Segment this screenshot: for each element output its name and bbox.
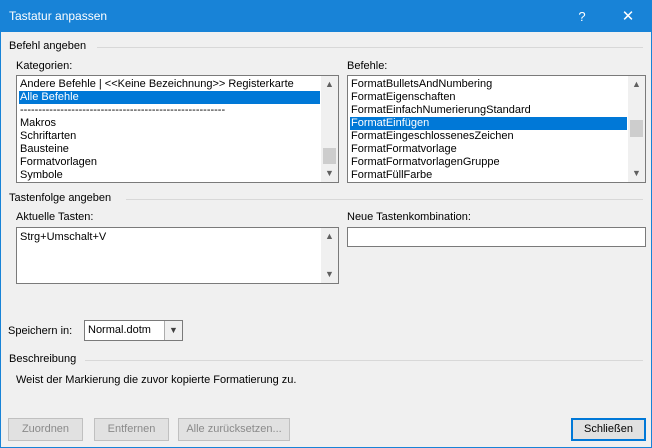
kategorie-item[interactable]: Schriftarten [20,130,76,143]
schliessen-button[interactable]: Schließen [571,418,646,441]
scroll-up-icon[interactable]: ▲ [321,228,338,245]
befehle-scroll-thumb[interactable] [630,120,643,137]
tastenfolge-group-divider [126,199,643,200]
close-button[interactable]: ✕ [605,1,651,32]
kategorie-item[interactable]: Alle Befehle [19,91,320,104]
title-bar[interactable]: Tastatur anpassen ? ✕ [1,1,651,32]
scroll-down-icon[interactable]: ▼ [628,165,645,182]
scroll-down-icon[interactable]: ▼ [321,165,338,182]
beschreibung-group-divider [85,360,643,361]
befehl-item[interactable]: FormatEinfügen [350,117,627,130]
aktuelle-taste-item[interactable]: Strg+Umschalt+V [20,231,106,244]
kategorie-item[interactable]: Symbole [20,169,63,182]
beschreibung-text: Weist der Markierung die zuvor kopierte … [16,374,297,386]
befehl-item[interactable]: FormatFormatvorlage [351,143,457,156]
beschreibung-group-label: Beschreibung [9,353,77,365]
tastenfolge-group-label: Tastenfolge angeben [9,192,112,204]
help-button[interactable]: ? [559,1,605,32]
scroll-up-icon[interactable]: ▲ [628,76,645,93]
befehl-group-label: Befehl angeben [9,40,87,52]
zuordnen-button[interactable]: Zuordnen [8,418,83,441]
entfernen-button[interactable]: Entfernen [94,418,169,441]
speichern-in-select[interactable]: Normal.dotm ▼ [84,320,183,341]
aktuelle-tasten-listbox[interactable]: Strg+Umschalt+V ▲ ▼ [16,227,339,284]
befehl-item[interactable]: FormatFüllFarbe [351,169,432,182]
kategorien-listbox[interactable]: Andere Befehle | <<Keine Bezeichnung>> R… [16,75,339,183]
aktuelle-tasten-scrollbar[interactable]: ▲ ▼ [321,228,338,283]
kategorie-item[interactable]: Formatvorlagen [20,156,97,169]
befehl-group-divider [97,47,643,48]
befehle-scrollbar[interactable]: ▲ ▼ [628,76,645,182]
neue-tastenkombination-input[interactable] [347,227,646,247]
befehle-listbox[interactable]: FormatBulletsAndNumbering FormatEigenscha… [347,75,646,183]
befehle-label: Befehle: [347,60,388,72]
befehl-item[interactable]: FormatEinfachNumerierungStandard [351,104,531,117]
help-icon: ? [578,9,586,24]
befehl-item[interactable]: FormatEingeschlossenesZeichen [351,130,514,143]
chevron-down-icon[interactable]: ▼ [164,321,182,340]
dialog-window: Tastatur anpassen ? ✕ Befehl angeben Kat… [0,0,652,448]
kategorie-item[interactable]: Andere Befehle | <<Keine Bezeichnung>> R… [20,78,294,91]
scroll-down-icon[interactable]: ▼ [321,266,338,283]
kategorie-item[interactable]: ----------------------------------------… [20,104,225,117]
neue-tastenkombination-label: Neue Tastenkombination: [347,211,471,223]
kategorie-item[interactable]: Makros [20,117,56,130]
alle-zuruecksetzen-button[interactable]: Alle zurücksetzen... [178,418,290,441]
speichern-in-value: Normal.dotm [88,324,151,336]
befehl-item[interactable]: FormatFormatvorlagenGruppe [351,156,500,169]
scroll-up-icon[interactable]: ▲ [321,76,338,93]
speichern-in-label: Speichern in: [8,325,73,337]
window-title: Tastatur anpassen [9,9,108,23]
befehl-item[interactable]: FormatEigenschaften [351,91,456,104]
aktuelle-tasten-label: Aktuelle Tasten: [16,211,94,223]
kategorien-scrollbar[interactable]: ▲ ▼ [321,76,338,182]
kategorien-scroll-thumb[interactable] [323,148,336,164]
befehl-item[interactable]: FormatBulletsAndNumbering [351,78,492,91]
kategorien-label: Kategorien: [16,60,73,72]
close-icon: ✕ [621,8,635,25]
kategorie-item[interactable]: Bausteine [20,143,69,156]
